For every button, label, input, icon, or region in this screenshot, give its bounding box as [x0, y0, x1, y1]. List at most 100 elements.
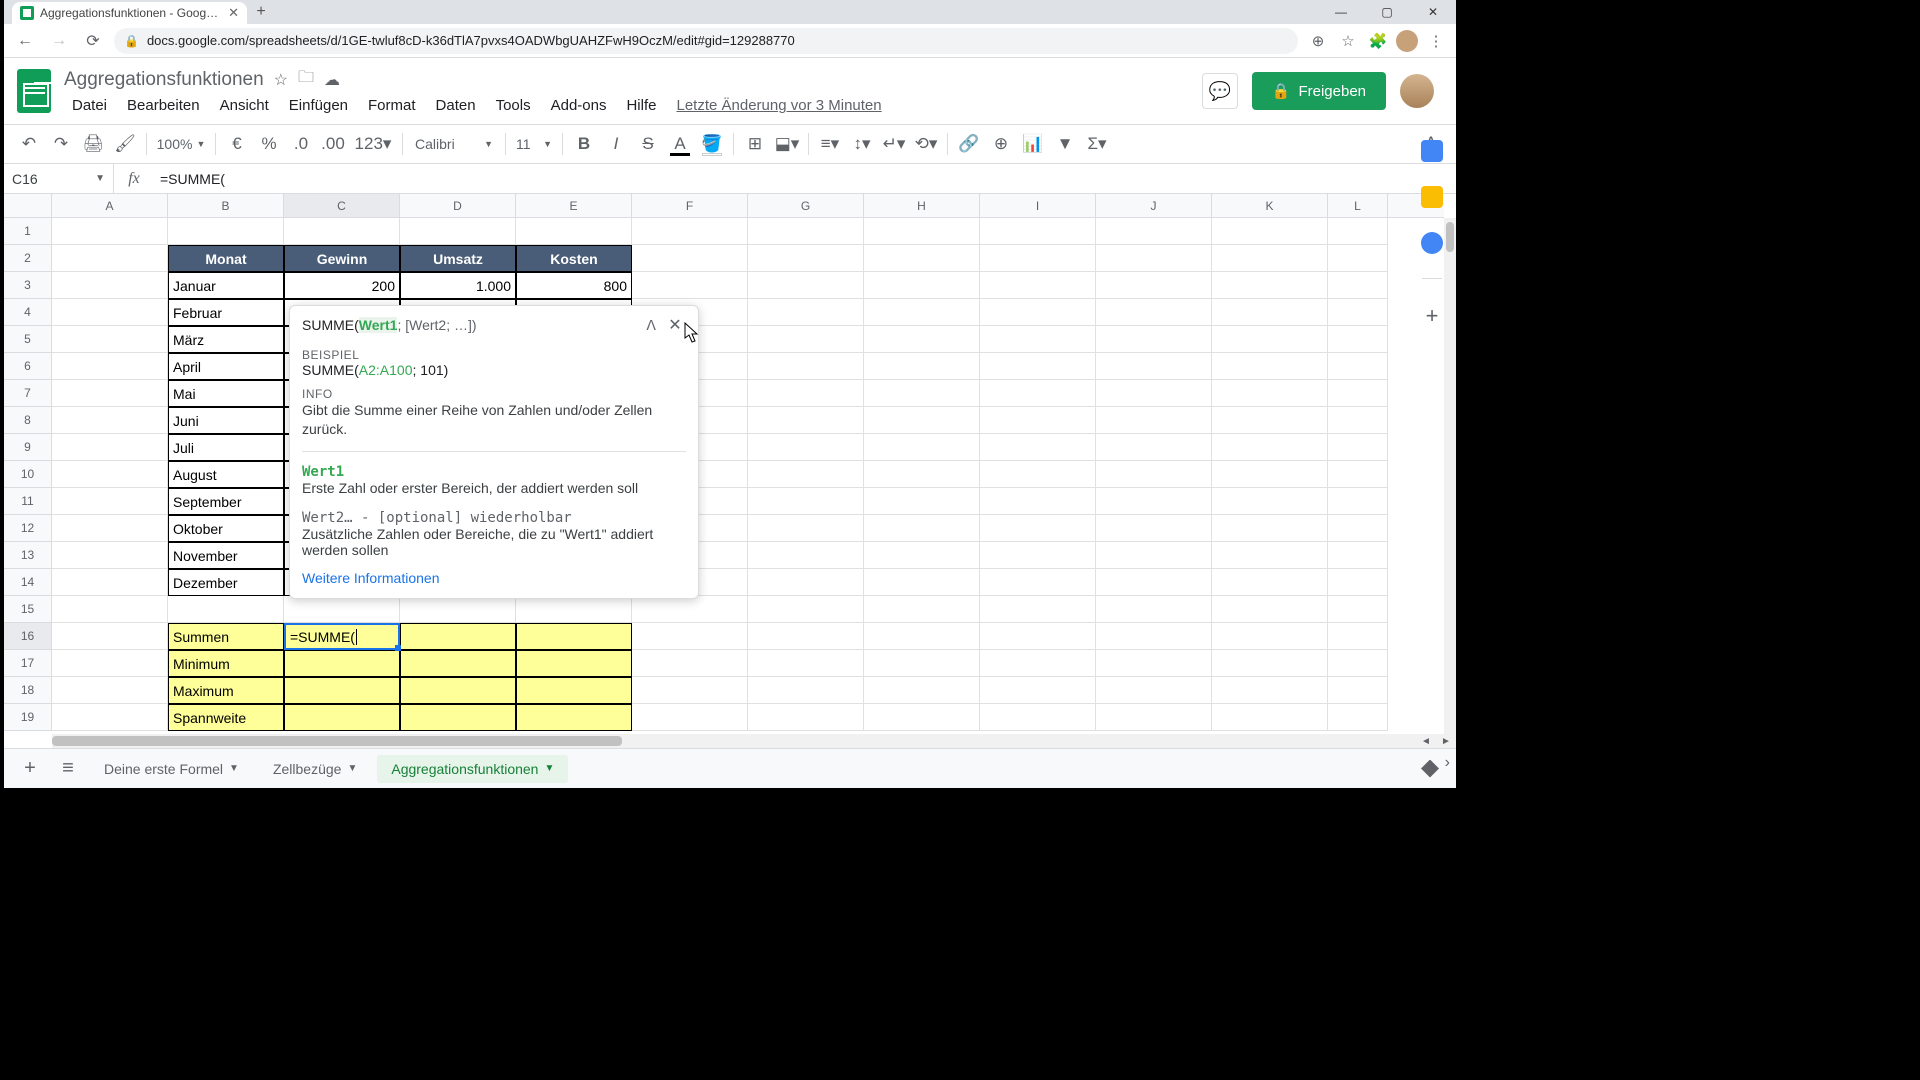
close-help-icon[interactable]: ✕	[664, 314, 686, 336]
row-10[interactable]: 10	[4, 461, 51, 488]
reload-button[interactable]: ⟳	[80, 28, 106, 54]
row-1[interactable]: 1	[4, 218, 51, 245]
menu-format[interactable]: Format	[360, 95, 424, 116]
sheets-logo[interactable]	[14, 71, 54, 111]
v-align-button[interactable]: ↕▾	[847, 129, 877, 159]
bold-button[interactable]: B	[569, 129, 599, 159]
cells[interactable]: Monat Gewinn Umsatz Kosten Januar 200 1.…	[52, 218, 1444, 734]
calendar-icon[interactable]	[1421, 140, 1443, 162]
row-4[interactable]: 4	[4, 299, 51, 326]
window-maximize[interactable]: ▢	[1364, 0, 1410, 24]
horizontal-scrollbar[interactable]	[52, 734, 1444, 748]
text-color-button[interactable]: A	[665, 129, 695, 159]
col-H[interactable]: H	[864, 194, 980, 217]
header-monat[interactable]: Monat	[168, 245, 284, 272]
keep-icon[interactable]	[1421, 186, 1443, 208]
col-A[interactable]: A	[52, 194, 168, 217]
row-8[interactable]: 8	[4, 407, 51, 434]
document-title[interactable]: Aggregationsfunktionen	[64, 69, 264, 91]
collapse-help-icon[interactable]: ᐱ	[646, 317, 656, 334]
cloud-icon[interactable]: ☁	[324, 70, 340, 90]
col-F[interactable]: F	[632, 194, 748, 217]
cell-month[interactable]: Januar	[168, 272, 284, 299]
new-tab-button[interactable]: +	[247, 0, 275, 24]
scroll-left-icon[interactable]: ◄	[1416, 734, 1436, 748]
sheet-tab-1[interactable]: Zellbezüge▼	[259, 755, 371, 783]
tasks-icon[interactable]	[1421, 232, 1443, 254]
fill-color-button[interactable]: 🪣	[697, 129, 727, 159]
row-19[interactable]: 19	[4, 704, 51, 731]
column-headers[interactable]: A B C D E F G H I J K L	[52, 194, 1444, 218]
strike-button[interactable]: S	[633, 129, 663, 159]
menu-bearbeiten[interactable]: Bearbeiten	[119, 95, 208, 116]
sheet-tab-2[interactable]: Aggregationsfunktionen▼	[377, 755, 568, 783]
col-K[interactable]: K	[1212, 194, 1328, 217]
chart-button[interactable]: 📊	[1018, 129, 1048, 159]
star-icon[interactable]: ☆	[274, 70, 288, 90]
decrease-decimal-button[interactable]: .0	[286, 129, 316, 159]
col-I[interactable]: I	[980, 194, 1096, 217]
select-all-corner[interactable]	[4, 194, 52, 218]
name-box-dropdown-icon[interactable]: ▼	[95, 173, 105, 184]
col-L[interactable]: L	[1328, 194, 1388, 217]
borders-button[interactable]: ⊞	[740, 129, 770, 159]
zoom-icon[interactable]: ⊕	[1306, 29, 1330, 53]
browser-menu-icon[interactable]: ⋮	[1424, 29, 1448, 53]
wrap-button[interactable]: ↵▾	[879, 129, 909, 159]
cell-gewinn[interactable]: 200	[284, 272, 400, 299]
add-addon-icon[interactable]: +	[1426, 303, 1439, 329]
row-5[interactable]: 5	[4, 326, 51, 353]
undo-button[interactable]: ↶	[14, 129, 44, 159]
menu-addons[interactable]: Add-ons	[543, 95, 615, 116]
font-size-select[interactable]: 11▼	[512, 136, 556, 152]
col-J[interactable]: J	[1096, 194, 1212, 217]
url-field[interactable]: 🔒 docs.google.com/spreadsheets/d/1GE-twl…	[114, 28, 1298, 54]
menu-einfuegen[interactable]: Einfügen	[281, 95, 356, 116]
all-sheets-button[interactable]: ≡	[52, 753, 84, 785]
name-box[interactable]: C16 ▼	[4, 164, 114, 193]
currency-button[interactable]: €	[222, 129, 252, 159]
row-3[interactable]: 3	[4, 272, 51, 299]
header-gewinn[interactable]: Gewinn	[284, 245, 400, 272]
row-18[interactable]: 18	[4, 677, 51, 704]
tab-close-icon[interactable]: ✕	[228, 5, 239, 21]
increase-decimal-button[interactable]: .00	[318, 129, 348, 159]
italic-button[interactable]: I	[601, 129, 631, 159]
row-2[interactable]: 2	[4, 245, 51, 272]
row-7[interactable]: 7	[4, 380, 51, 407]
comment-button[interactable]: ⊕	[986, 129, 1016, 159]
row-11[interactable]: 11	[4, 488, 51, 515]
window-minimize[interactable]: —	[1318, 0, 1364, 24]
forward-button[interactable]: →	[46, 28, 72, 54]
share-button[interactable]: 🔒 Freigeben	[1252, 72, 1386, 110]
percent-button[interactable]: %	[254, 129, 284, 159]
spreadsheet-grid[interactable]: A B C D E F G H I J K L 1234567891011121…	[4, 194, 1456, 748]
h-align-button[interactable]: ≡▾	[815, 129, 845, 159]
col-G[interactable]: G	[748, 194, 864, 217]
redo-button[interactable]: ↷	[46, 129, 76, 159]
add-sheet-button[interactable]: +	[14, 753, 46, 785]
row-13[interactable]: 13	[4, 542, 51, 569]
cell-kosten[interactable]: 800	[516, 272, 632, 299]
row-16[interactable]: 16	[4, 623, 51, 650]
browser-tab[interactable]: Aggregationsfunktionen - Goog… ✕	[12, 2, 247, 24]
row-6[interactable]: 6	[4, 353, 51, 380]
functions-button[interactable]: Σ▾	[1082, 129, 1112, 159]
menu-hilfe[interactable]: Hilfe	[618, 95, 664, 116]
rotate-button[interactable]: ⟲▾	[911, 129, 941, 159]
user-avatar[interactable]	[1400, 74, 1434, 108]
back-button[interactable]: ←	[12, 28, 38, 54]
filter-button[interactable]: ▼	[1050, 129, 1080, 159]
formula-input[interactable]: =SUMME(	[154, 164, 1456, 193]
comments-button[interactable]: 💬	[1202, 73, 1238, 109]
header-umsatz[interactable]: Umsatz	[400, 245, 516, 272]
row-12[interactable]: 12	[4, 515, 51, 542]
row-14[interactable]: 14	[4, 569, 51, 596]
header-kosten[interactable]: Kosten	[516, 245, 632, 272]
move-icon[interactable]: 🗀	[298, 66, 314, 93]
menu-tools[interactable]: Tools	[488, 95, 539, 116]
side-panel-toggle-icon[interactable]: ›	[1445, 754, 1450, 772]
last-edit-link[interactable]: Letzte Änderung vor 3 Minuten	[668, 95, 889, 116]
more-info-link[interactable]: Weitere Informationen	[290, 562, 698, 598]
menu-daten[interactable]: Daten	[428, 95, 484, 116]
